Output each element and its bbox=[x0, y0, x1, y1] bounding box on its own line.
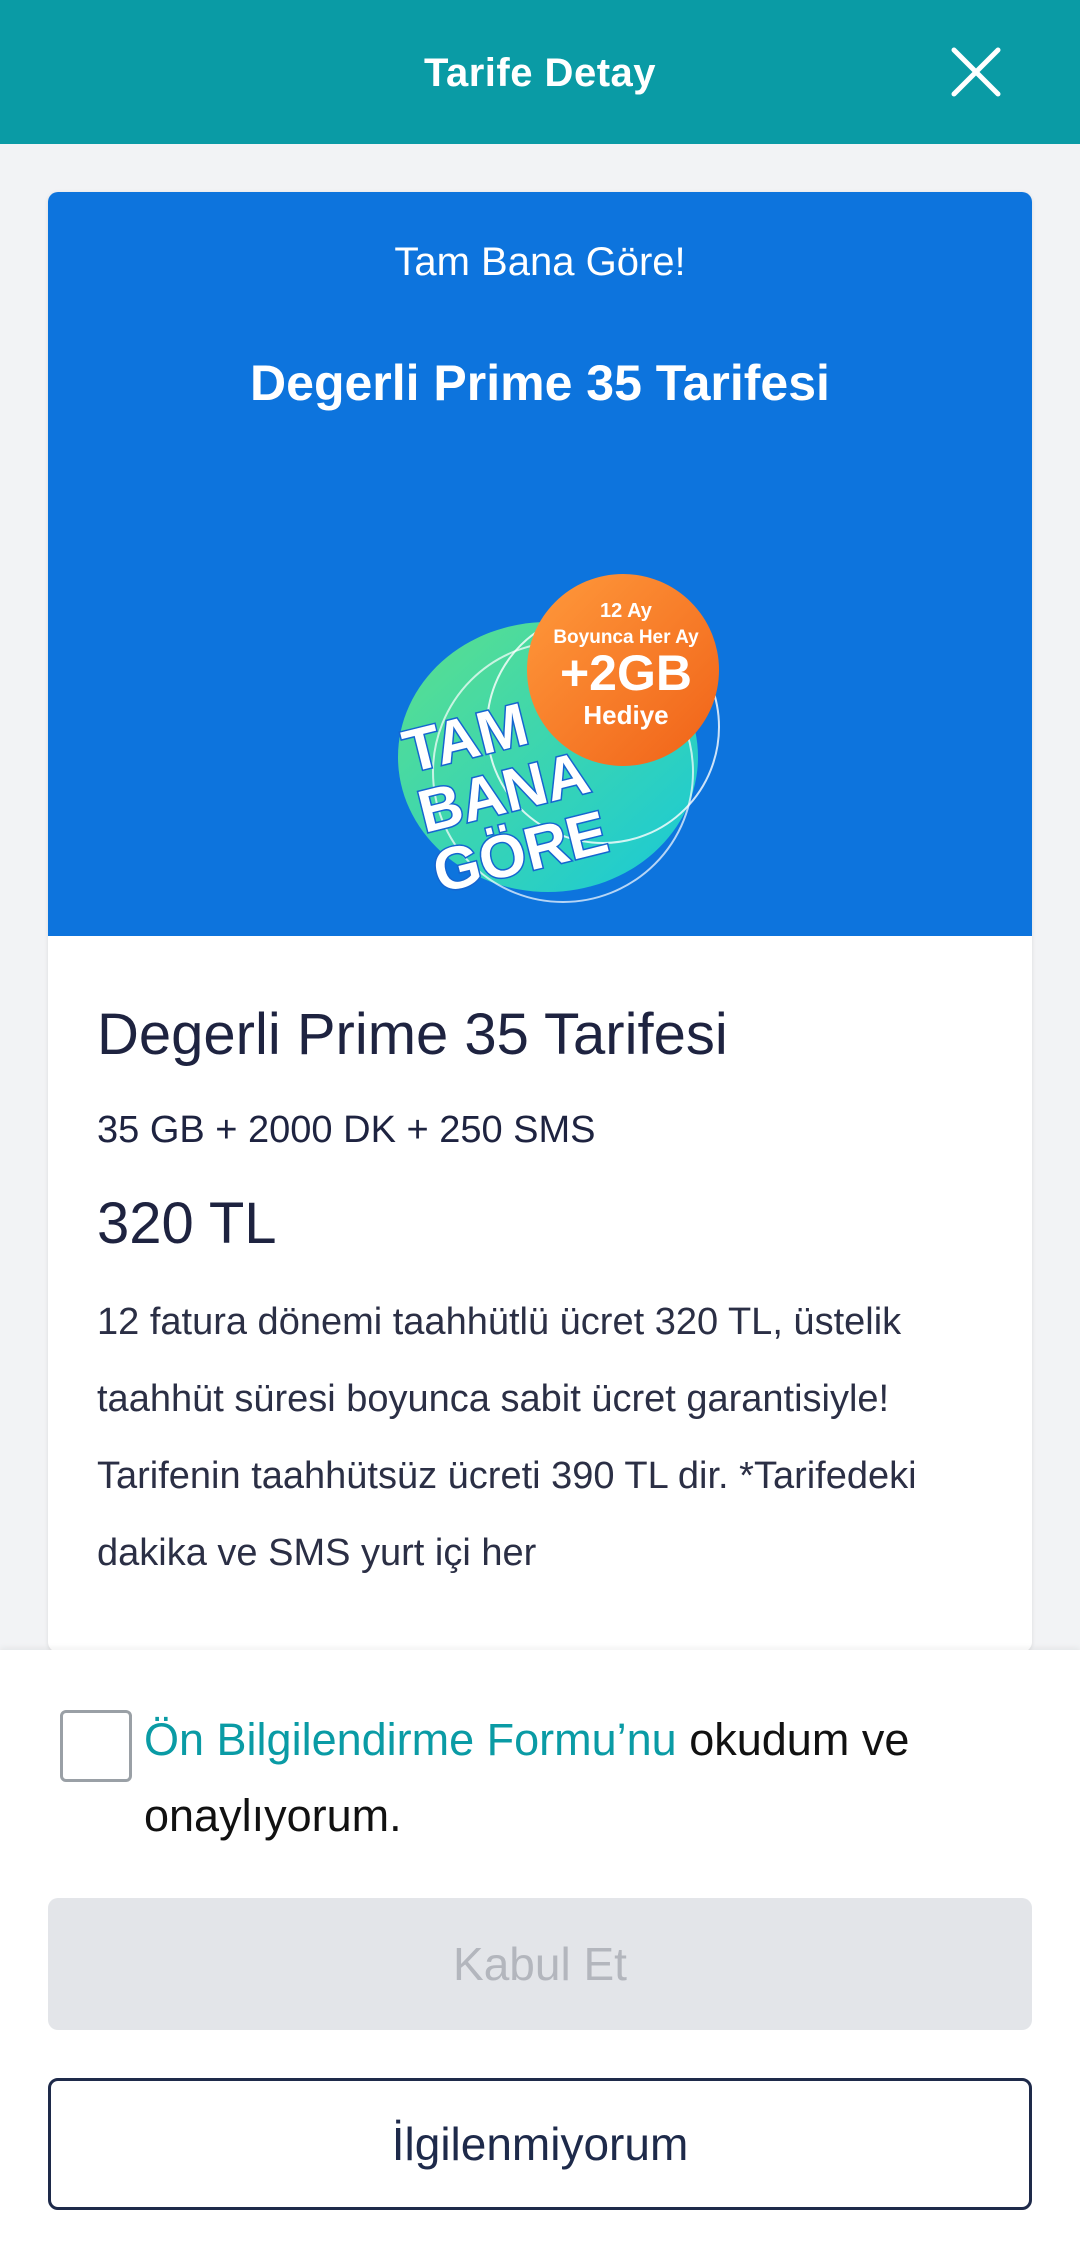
promo-badge: 12 Ay Boyunca Her Ay +2GB Hediye TAM BAN… bbox=[395, 574, 720, 907]
close-icon bbox=[951, 47, 1001, 97]
accept-button[interactable]: Kabul Et bbox=[48, 1898, 1032, 2030]
close-button[interactable] bbox=[948, 44, 1004, 100]
plan-name: Degerli Prime 35 Tarifesi bbox=[97, 1002, 728, 1067]
promo-amount: +2GB bbox=[560, 645, 692, 701]
decline-button[interactable]: İlgilenmiyorum bbox=[48, 2078, 1032, 2210]
tariff-banner: Tam Bana Göre! Degerli Prime 35 Tarifesi… bbox=[48, 192, 1032, 936]
plan-price: 320 TL bbox=[97, 1191, 277, 1256]
action-panel: Ön Bilgilendirme Formu’nu okudum ve onay… bbox=[0, 1650, 1080, 2259]
promo-line1: 12 Ay bbox=[600, 600, 653, 622]
page-title: Tarife Detay bbox=[423, 51, 656, 95]
top-bar: Tarife Detay bbox=[0, 0, 1080, 144]
banner-title: Degerli Prime 35 Tarifesi bbox=[250, 355, 830, 411]
tariff-card: Tam Bana Göre! Degerli Prime 35 Tarifesi… bbox=[48, 192, 1032, 1652]
banner-subtitle: Tam Bana Göre! bbox=[394, 240, 686, 284]
consent-checkbox[interactable] bbox=[60, 1710, 132, 1782]
tariff-details: Degerli Prime 35 Tarifesi 35 GB + 2000 D… bbox=[48, 936, 1032, 1592]
promo-gift: Hediye bbox=[583, 700, 668, 730]
info-form-link[interactable]: Ön Bilgilendirme Formu’nu bbox=[144, 1714, 677, 1765]
plan-features: 35 GB + 2000 DK + 250 SMS bbox=[97, 1109, 596, 1151]
consent-text: Ön Bilgilendirme Formu’nu okudum ve onay… bbox=[144, 1702, 1024, 1854]
plan-description: 12 fatura dönemi taahhütlü ücret 320 TL,… bbox=[97, 1301, 917, 1574]
